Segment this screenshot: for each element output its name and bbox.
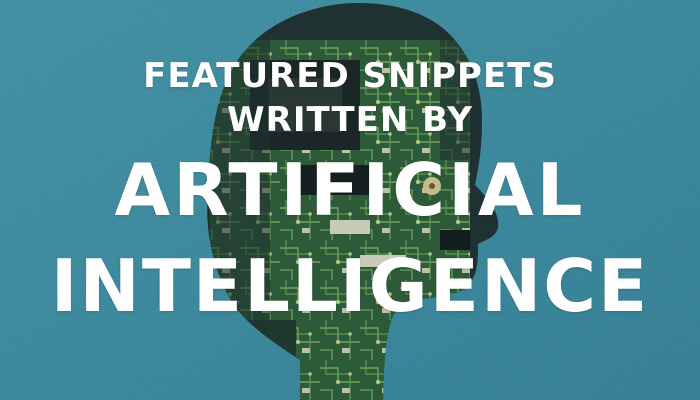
headline-line-intelligence: INTELLIGENCE: [50, 244, 650, 328]
headline-line-artificial: ARTIFICIAL: [114, 148, 586, 232]
banner-image: FEATURED SNIPPETS WRITTEN BY ARTIFICIAL …: [0, 0, 700, 400]
headline-line-featured-snippets: FEATURED SNIPPETS: [143, 56, 557, 96]
headline-line-written-by: WRITTEN BY: [227, 100, 473, 140]
